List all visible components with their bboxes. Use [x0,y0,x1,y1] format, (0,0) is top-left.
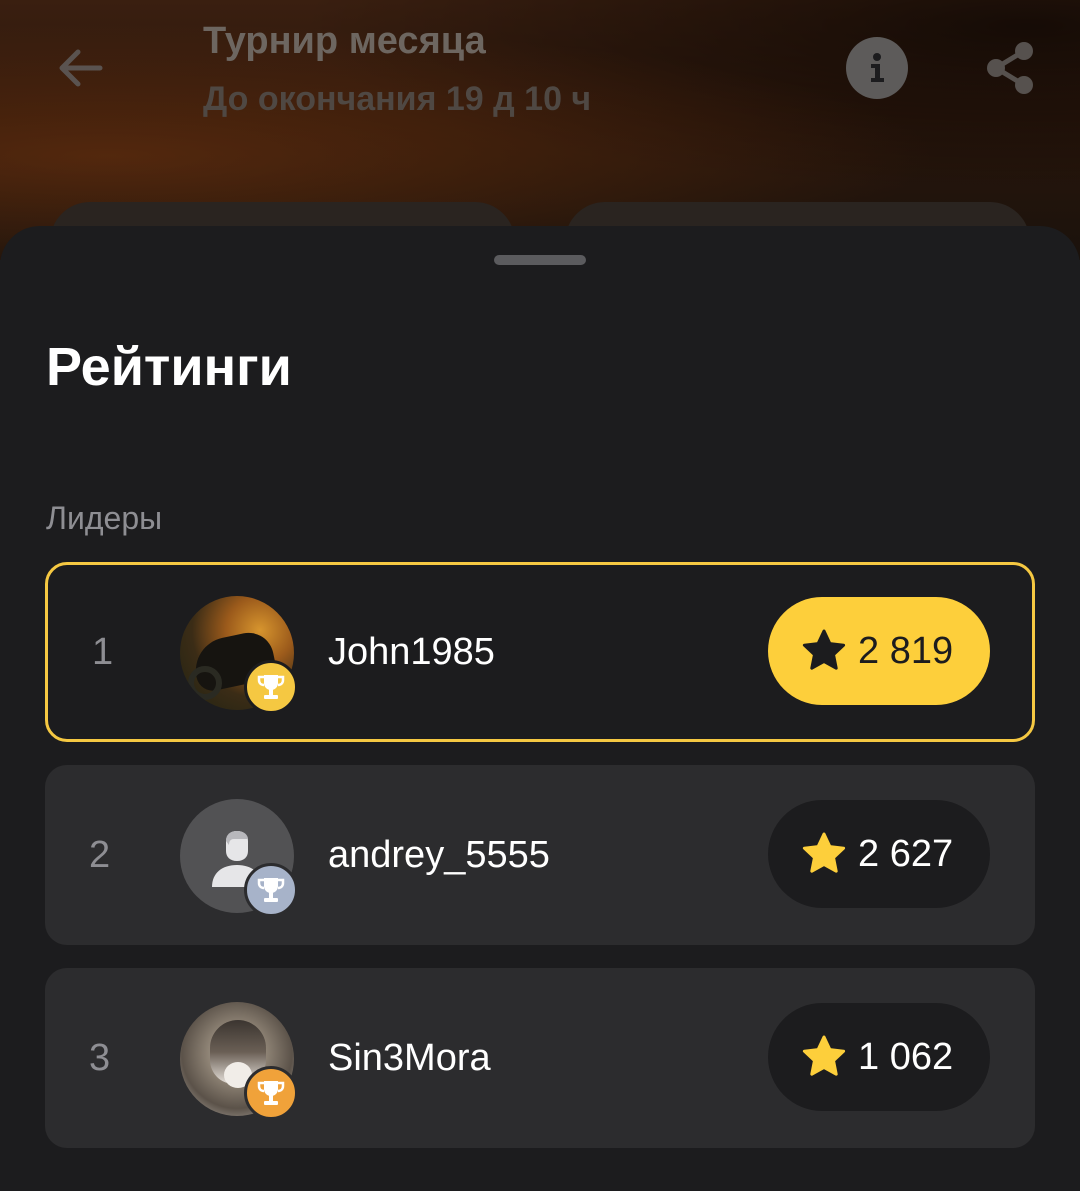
sheet-title: Рейтинги [46,337,292,397]
avatar-container [180,596,298,714]
arrow-left-icon [59,49,103,87]
avatar-container [180,799,298,917]
leader-row-3[interactable]: 3 Sin3Mora 1 062 [45,968,1035,1148]
score-value: 2 627 [858,832,954,875]
trophy-icon [257,1081,285,1105]
back-button[interactable] [48,36,112,100]
share-icon [987,42,1033,94]
avatar-container [180,1002,298,1120]
leader-row-1[interactable]: 1 John1985 2 819 [45,562,1035,742]
trophy-icon [257,675,285,699]
ratings-bottom-sheet: Рейтинги Лидеры 1 John1985 2 819 2 andre… [0,226,1080,1191]
star-icon [800,627,848,675]
score-pill: 2 819 [768,597,990,705]
rank-number: 3 [89,1036,111,1079]
username: andrey_5555 [328,833,550,876]
username: John1985 [328,630,495,673]
star-icon [800,830,848,878]
info-icon [871,53,884,82]
bronze-trophy-badge [244,1066,298,1120]
gold-trophy-badge [244,660,298,714]
countdown-subtitle: До окончания 19 д 10 ч [203,80,592,118]
username: Sin3Mora [328,1036,491,1079]
leaders-list: 1 John1985 2 819 2 andrey_5555 2 627 3 S… [45,562,1035,1171]
leader-row-2[interactable]: 2 andrey_5555 2 627 [45,765,1035,945]
trophy-icon [257,878,285,902]
score-pill: 2 627 [768,800,990,908]
rank-number: 2 [89,833,111,876]
rank-number: 1 [92,630,114,673]
score-value: 2 819 [858,629,954,672]
page-title: Турнир месяца [203,20,486,62]
share-button[interactable] [978,36,1042,100]
score-value: 1 062 [858,1035,954,1078]
silver-trophy-badge [244,863,298,917]
sheet-drag-handle[interactable] [494,255,586,265]
star-icon [800,1033,848,1081]
tournament-screen: Турнир месяца До окончания 19 д 10 ч Рей… [0,0,1080,1191]
info-button[interactable] [846,37,908,99]
leaders-section-label: Лидеры [46,500,163,536]
score-pill: 1 062 [768,1003,990,1111]
